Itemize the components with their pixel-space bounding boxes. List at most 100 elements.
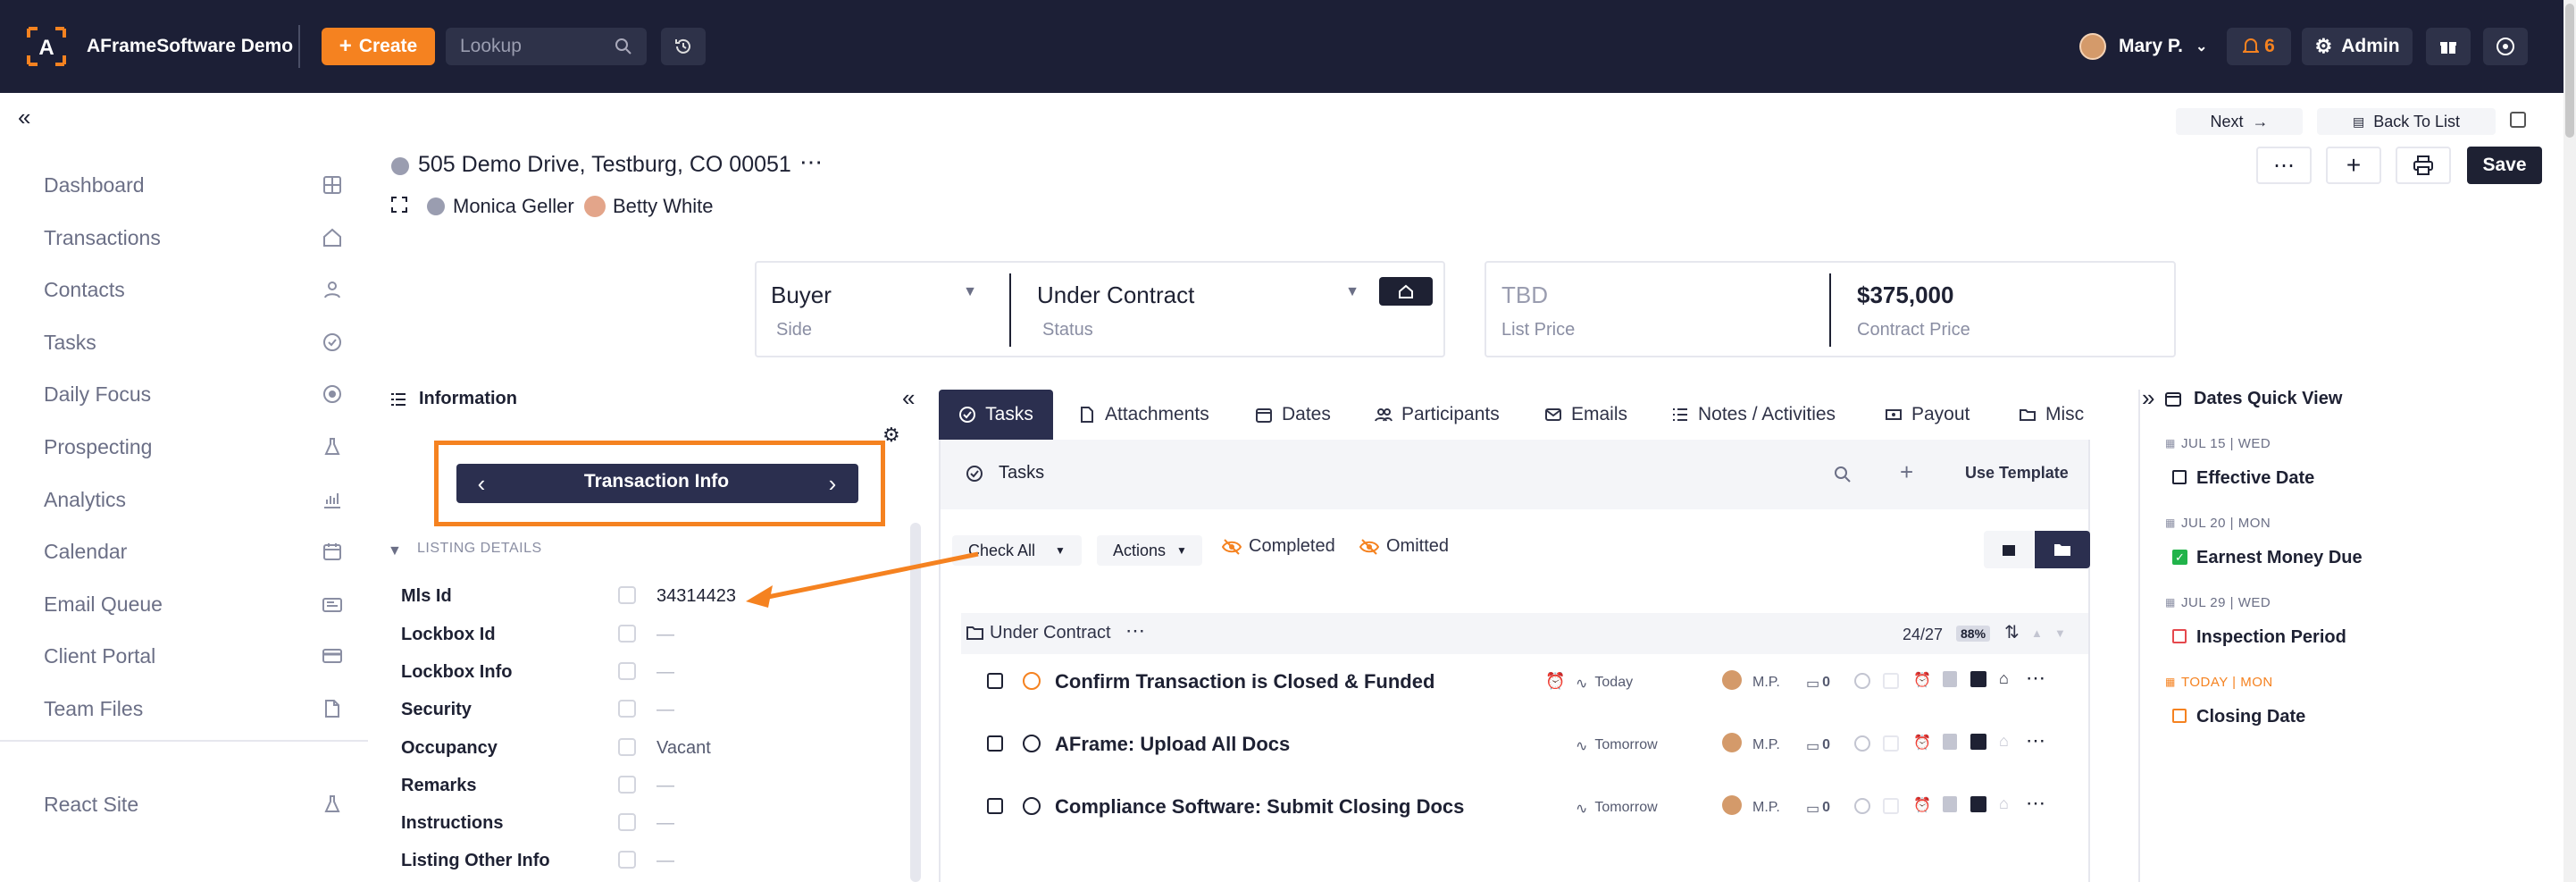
task-due[interactable]: ∿ Today [1576, 675, 1633, 693]
collapse-down-icon[interactable]: ▼ [2054, 626, 2066, 640]
tab-dates[interactable]: Dates [1255, 390, 1331, 440]
sidebar-item-analytics[interactable]: Analytics [44, 482, 343, 517]
status-square-icon[interactable] [1883, 735, 1899, 752]
sidebar-item-tasks[interactable]: Tasks [44, 324, 343, 360]
alarm-clock-icon[interactable]: ⏰ [1913, 734, 1931, 752]
task-status-icon[interactable] [1023, 672, 1041, 690]
field-value[interactable]: — [657, 813, 674, 834]
field-value[interactable]: — [657, 662, 674, 683]
sidebar-item-prospecting[interactable]: Prospecting [44, 429, 343, 465]
tab-notes[interactable]: Notes / Activities [1671, 390, 1836, 440]
task-title[interactable]: AFrame: Upload All Docs [1055, 733, 1290, 756]
lookup-field[interactable] [446, 28, 647, 65]
comment-count[interactable]: ▭ 0 [1806, 800, 1830, 818]
page-scrollbar[interactable] [2563, 0, 2576, 882]
contact-card-icon[interactable] [1970, 734, 1986, 750]
folder-view-button[interactable] [2035, 531, 2090, 568]
property-type-button[interactable] [1379, 277, 1433, 306]
collapse-up-icon[interactable]: ▲ [2031, 626, 2043, 640]
task-due[interactable]: ∿ Tomorrow [1576, 800, 1658, 818]
row-more-icon[interactable]: ⋯ [2026, 792, 2045, 815]
status-square-icon[interactable] [1883, 798, 1899, 814]
comment-count[interactable]: ▭ 0 [1806, 675, 1830, 693]
sidebar-item-contacts[interactable]: Contacts [44, 272, 343, 307]
task-title[interactable]: Confirm Transaction is Closed & Funded [1055, 670, 1434, 693]
doc-icon[interactable] [1943, 734, 1957, 750]
task-status-icon[interactable] [1023, 797, 1041, 815]
task-due[interactable]: ∿ Tomorrow [1576, 737, 1658, 755]
tab-tasks[interactable]: Tasks [939, 390, 1053, 440]
sidebar-item-client-portal[interactable]: Client Portal [44, 638, 343, 674]
tab-participants[interactable]: Participants [1375, 390, 1500, 440]
section-prev-button[interactable]: ‹ [468, 466, 495, 500]
status-select[interactable]: Under Contract ▼ Status [1036, 275, 1359, 347]
sidebar-item-calendar[interactable]: Calendar [44, 533, 343, 569]
contact-card-icon[interactable] [1970, 796, 1986, 812]
section-next-button[interactable]: › [819, 466, 846, 500]
home-icon[interactable]: ⌂ [1999, 732, 2009, 751]
field-value[interactable]: — [657, 776, 674, 796]
save-button[interactable]: Save [2467, 147, 2542, 184]
notifications-button[interactable]: 6 [2227, 28, 2291, 65]
comment-count[interactable]: ▭ 0 [1806, 737, 1830, 755]
status-circle-icon[interactable] [1854, 673, 1870, 689]
sidebar-item-react-site[interactable]: React Site [44, 786, 343, 822]
tab-emails[interactable]: Emails [1544, 390, 1627, 440]
side-select[interactable]: Buyer ▼ Side [770, 275, 977, 347]
alarm-clock-icon[interactable]: ⏰ [1913, 671, 1931, 689]
status-square-icon[interactable] [1883, 673, 1899, 689]
assignee-initials[interactable]: M.P. [1752, 675, 1780, 691]
doc-icon[interactable] [1943, 671, 1957, 687]
assignee-initials[interactable]: M.P. [1752, 737, 1780, 753]
field-value[interactable]: — [657, 625, 674, 645]
home-icon[interactable]: ⌂ [1999, 669, 2009, 688]
home-icon[interactable]: ⌂ [1999, 794, 2009, 813]
contact-card-icon[interactable] [1970, 671, 1986, 687]
assignee-initials[interactable]: M.P. [1752, 800, 1780, 816]
task-status-icon[interactable] [1023, 735, 1041, 752]
task-checkbox[interactable] [987, 673, 1003, 689]
aframe-logo[interactable]: A [25, 25, 68, 68]
contract-price-field[interactable]: $375,000 Contract Price [1856, 275, 2160, 347]
date-title[interactable]: Inspection Period [2196, 627, 2346, 648]
task-checkbox[interactable] [987, 798, 1003, 814]
alarm-icon[interactable]: ⏰ [1545, 672, 1565, 691]
help-button[interactable] [2483, 28, 2528, 65]
omitted-filter[interactable]: Omitted [1359, 536, 1449, 557]
admin-button[interactable]: ⚙ Admin [2302, 28, 2413, 65]
print-button[interactable] [2396, 147, 2451, 184]
use-template-button[interactable]: Use Template [1965, 464, 2069, 483]
add-button[interactable]: + [2326, 147, 2381, 184]
field-value[interactable]: Vacant [657, 738, 711, 759]
field-checkbox[interactable] [618, 851, 636, 869]
more-options-button[interactable]: ⋯ [2256, 147, 2312, 184]
collapse-sidebar-icon[interactable]: « [18, 104, 30, 131]
collapse-panel-icon[interactable]: « [902, 384, 915, 412]
status-circle-icon[interactable] [1854, 798, 1870, 814]
field-value[interactable]: — [657, 851, 674, 871]
sidebar-item-transactions[interactable]: Transactions [44, 220, 343, 256]
status-circle-icon[interactable] [1854, 735, 1870, 752]
next-button[interactable]: Next → [2176, 108, 2303, 135]
contact-secondary[interactable]: Betty White [613, 195, 713, 218]
list-price-field[interactable]: TBD List Price [1501, 275, 1804, 347]
select-checkbox[interactable] [2510, 112, 2526, 128]
date-title[interactable]: Closing Date [2196, 707, 2305, 727]
group-more-icon[interactable]: ⋯ [1125, 619, 1145, 643]
calendar-view-button[interactable] [1984, 531, 2034, 568]
user-menu[interactable]: Mary P. ⌄ [2079, 28, 2207, 65]
gift-button[interactable] [2426, 28, 2471, 65]
search-icon[interactable] [1834, 466, 1852, 483]
expand-icon[interactable] [390, 196, 408, 214]
tab-payout[interactable]: Payout [1885, 390, 1970, 440]
field-value[interactable]: — [657, 700, 674, 720]
field-checkbox[interactable] [618, 813, 636, 831]
field-checkbox[interactable] [618, 586, 636, 604]
lookup-input[interactable] [460, 35, 603, 58]
sort-icon[interactable]: ⇅ [2004, 621, 2020, 643]
back-to-list-button[interactable]: ▤ Back To List [2317, 108, 2496, 135]
section-caret-icon[interactable]: ▼ [388, 543, 402, 559]
contact-primary[interactable]: Monica Geller [453, 195, 574, 218]
row-more-icon[interactable]: ⋯ [2026, 667, 2045, 690]
completed-filter[interactable]: Completed [1222, 536, 1335, 557]
